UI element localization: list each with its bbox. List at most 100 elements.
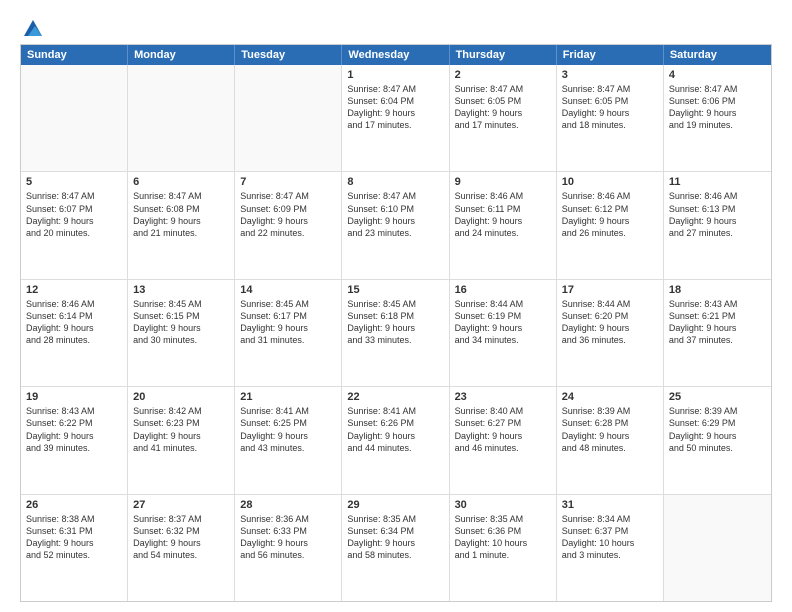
calendar-cell: 16 Sunrise: 8:44 AM Sunset: 6:19 PM Dayli… bbox=[450, 280, 557, 386]
calendar-cell: 29Sunrise: 8:35 AM Sunset: 6:34 PM Dayli… bbox=[342, 495, 449, 601]
calendar-cell: 30 Sunrise: 8:35 AM Sunset: 6:36 PM Dayli… bbox=[450, 495, 557, 601]
day-number: 23 bbox=[455, 391, 551, 403]
calendar-cell: 18 Sunrise: 8:43 AM Sunset: 6:21 PM Dayli… bbox=[664, 280, 771, 386]
day-info: Sunrise: 8:46 AM Sunset: 6:11 PM Dayligh… bbox=[455, 190, 551, 239]
day-info: Sunrise: 8:35 AM Sunset: 6:34 PM Dayligh… bbox=[347, 513, 443, 562]
day-number: 12 bbox=[26, 284, 122, 296]
day-info: Sunrise: 8:35 AM Sunset: 6:36 PM Dayligh… bbox=[455, 513, 551, 562]
day-info: Sunrise: 8:45 AM Sunset: 6:15 PM Dayligh… bbox=[133, 298, 229, 347]
calendar-cell: 31 Sunrise: 8:34 AM Sunset: 6:37 PM Dayli… bbox=[557, 495, 664, 601]
day-info: Sunrise: 8:41 AM Sunset: 6:25 PM Dayligh… bbox=[240, 405, 336, 454]
day-number: 15 bbox=[347, 284, 443, 296]
calendar-cell: 28Sunrise: 8:36 AM Sunset: 6:33 PM Dayli… bbox=[235, 495, 342, 601]
day-number: 4 bbox=[669, 69, 766, 81]
day-number: 2 bbox=[455, 69, 551, 81]
header-day-tuesday: Tuesday bbox=[235, 45, 342, 65]
day-info: Sunrise: 8:47 AM Sunset: 6:10 PM Dayligh… bbox=[347, 190, 443, 239]
day-info: Sunrise: 8:47 AM Sunset: 6:05 PM Dayligh… bbox=[455, 83, 551, 132]
calendar-cell: 7 Sunrise: 8:47 AM Sunset: 6:09 PM Daylig… bbox=[235, 172, 342, 278]
day-number: 31 bbox=[562, 499, 658, 511]
day-info: Sunrise: 8:47 AM Sunset: 6:09 PM Dayligh… bbox=[240, 190, 336, 239]
logo bbox=[20, 18, 44, 36]
calendar-cell: 11Sunrise: 8:46 AM Sunset: 6:13 PM Dayli… bbox=[664, 172, 771, 278]
day-number: 11 bbox=[669, 176, 766, 188]
header-day-saturday: Saturday bbox=[664, 45, 771, 65]
day-info: Sunrise: 8:45 AM Sunset: 6:17 PM Dayligh… bbox=[240, 298, 336, 347]
day-number: 6 bbox=[133, 176, 229, 188]
calendar-cell: 4 Sunrise: 8:47 AM Sunset: 6:06 PM Daylig… bbox=[664, 65, 771, 171]
day-info: Sunrise: 8:34 AM Sunset: 6:37 PM Dayligh… bbox=[562, 513, 658, 562]
day-number: 22 bbox=[347, 391, 443, 403]
day-info: Sunrise: 8:47 AM Sunset: 6:05 PM Dayligh… bbox=[562, 83, 658, 132]
day-info: Sunrise: 8:47 AM Sunset: 6:06 PM Dayligh… bbox=[669, 83, 766, 132]
header-day-wednesday: Wednesday bbox=[342, 45, 449, 65]
day-number: 13 bbox=[133, 284, 229, 296]
header-day-thursday: Thursday bbox=[450, 45, 557, 65]
calendar-cell: 6 Sunrise: 8:47 AM Sunset: 6:08 PM Daylig… bbox=[128, 172, 235, 278]
calendar-row-5: 26 Sunrise: 8:38 AM Sunset: 6:31 PM Dayli… bbox=[21, 494, 771, 601]
day-number: 16 bbox=[455, 284, 551, 296]
calendar-header: SundayMondayTuesdayWednesdayThursdayFrid… bbox=[21, 45, 771, 65]
calendar-cell: 19Sunrise: 8:43 AM Sunset: 6:22 PM Dayli… bbox=[21, 387, 128, 493]
calendar-cell: 8 Sunrise: 8:47 AM Sunset: 6:10 PM Daylig… bbox=[342, 172, 449, 278]
day-info: Sunrise: 8:40 AM Sunset: 6:27 PM Dayligh… bbox=[455, 405, 551, 454]
calendar-row-3: 12 Sunrise: 8:46 AM Sunset: 6:14 PM Dayli… bbox=[21, 279, 771, 386]
day-number: 7 bbox=[240, 176, 336, 188]
calendar-cell: 20Sunrise: 8:42 AM Sunset: 6:23 PM Dayli… bbox=[128, 387, 235, 493]
day-info: Sunrise: 8:47 AM Sunset: 6:07 PM Dayligh… bbox=[26, 190, 122, 239]
calendar-cell: 10 Sunrise: 8:46 AM Sunset: 6:12 PM Dayli… bbox=[557, 172, 664, 278]
day-info: Sunrise: 8:39 AM Sunset: 6:28 PM Dayligh… bbox=[562, 405, 658, 454]
day-info: Sunrise: 8:44 AM Sunset: 6:20 PM Dayligh… bbox=[562, 298, 658, 347]
day-number: 21 bbox=[240, 391, 336, 403]
day-number: 18 bbox=[669, 284, 766, 296]
calendar-cell: 5 Sunrise: 8:47 AM Sunset: 6:07 PM Daylig… bbox=[21, 172, 128, 278]
day-info: Sunrise: 8:46 AM Sunset: 6:14 PM Dayligh… bbox=[26, 298, 122, 347]
calendar-cell: 13 Sunrise: 8:45 AM Sunset: 6:15 PM Dayli… bbox=[128, 280, 235, 386]
day-number: 3 bbox=[562, 69, 658, 81]
day-info: Sunrise: 8:44 AM Sunset: 6:19 PM Dayligh… bbox=[455, 298, 551, 347]
day-info: Sunrise: 8:39 AM Sunset: 6:29 PM Dayligh… bbox=[669, 405, 766, 454]
day-number: 30 bbox=[455, 499, 551, 511]
day-number: 27 bbox=[133, 499, 229, 511]
day-info: Sunrise: 8:38 AM Sunset: 6:31 PM Dayligh… bbox=[26, 513, 122, 562]
day-number: 20 bbox=[133, 391, 229, 403]
day-number: 5 bbox=[26, 176, 122, 188]
day-info: Sunrise: 8:45 AM Sunset: 6:18 PM Dayligh… bbox=[347, 298, 443, 347]
calendar-cell: 2 Sunrise: 8:47 AM Sunset: 6:05 PM Daylig… bbox=[450, 65, 557, 171]
calendar-cell: 24Sunrise: 8:39 AM Sunset: 6:28 PM Dayli… bbox=[557, 387, 664, 493]
calendar-cell bbox=[664, 495, 771, 601]
day-info: Sunrise: 8:46 AM Sunset: 6:12 PM Dayligh… bbox=[562, 190, 658, 239]
calendar-cell: 9Sunrise: 8:46 AM Sunset: 6:11 PM Daylig… bbox=[450, 172, 557, 278]
header-day-sunday: Sunday bbox=[21, 45, 128, 65]
day-number: 25 bbox=[669, 391, 766, 403]
calendar-row-2: 5 Sunrise: 8:47 AM Sunset: 6:07 PM Daylig… bbox=[21, 171, 771, 278]
calendar-cell: 17Sunrise: 8:44 AM Sunset: 6:20 PM Dayli… bbox=[557, 280, 664, 386]
calendar-cell: 27 Sunrise: 8:37 AM Sunset: 6:32 PM Dayli… bbox=[128, 495, 235, 601]
calendar-cell bbox=[21, 65, 128, 171]
calendar-cell: 14Sunrise: 8:45 AM Sunset: 6:17 PM Dayli… bbox=[235, 280, 342, 386]
day-info: Sunrise: 8:47 AM Sunset: 6:08 PM Dayligh… bbox=[133, 190, 229, 239]
calendar-cell: 26 Sunrise: 8:38 AM Sunset: 6:31 PM Dayli… bbox=[21, 495, 128, 601]
calendar-cell: 15 Sunrise: 8:45 AM Sunset: 6:18 PM Dayli… bbox=[342, 280, 449, 386]
calendar-body: 1 Sunrise: 8:47 AM Sunset: 6:04 PM Daylig… bbox=[21, 65, 771, 601]
calendar-cell bbox=[128, 65, 235, 171]
page: SundayMondayTuesdayWednesdayThursdayFrid… bbox=[0, 0, 792, 612]
day-number: 1 bbox=[347, 69, 443, 81]
day-info: Sunrise: 8:47 AM Sunset: 6:04 PM Dayligh… bbox=[347, 83, 443, 132]
calendar-cell: 21 Sunrise: 8:41 AM Sunset: 6:25 PM Dayli… bbox=[235, 387, 342, 493]
day-number: 8 bbox=[347, 176, 443, 188]
day-number: 26 bbox=[26, 499, 122, 511]
header-day-friday: Friday bbox=[557, 45, 664, 65]
logo-icon bbox=[22, 18, 44, 40]
calendar-cell: 3 Sunrise: 8:47 AM Sunset: 6:05 PM Daylig… bbox=[557, 65, 664, 171]
calendar-cell: 1 Sunrise: 8:47 AM Sunset: 6:04 PM Daylig… bbox=[342, 65, 449, 171]
calendar-cell: 12 Sunrise: 8:46 AM Sunset: 6:14 PM Dayli… bbox=[21, 280, 128, 386]
day-number: 19 bbox=[26, 391, 122, 403]
day-number: 10 bbox=[562, 176, 658, 188]
calendar: SundayMondayTuesdayWednesdayThursdayFrid… bbox=[20, 44, 772, 602]
calendar-row-4: 19Sunrise: 8:43 AM Sunset: 6:22 PM Dayli… bbox=[21, 386, 771, 493]
calendar-cell: 25 Sunrise: 8:39 AM Sunset: 6:29 PM Dayli… bbox=[664, 387, 771, 493]
calendar-cell: 23 Sunrise: 8:40 AM Sunset: 6:27 PM Dayli… bbox=[450, 387, 557, 493]
day-info: Sunrise: 8:43 AM Sunset: 6:21 PM Dayligh… bbox=[669, 298, 766, 347]
day-info: Sunrise: 8:37 AM Sunset: 6:32 PM Dayligh… bbox=[133, 513, 229, 562]
